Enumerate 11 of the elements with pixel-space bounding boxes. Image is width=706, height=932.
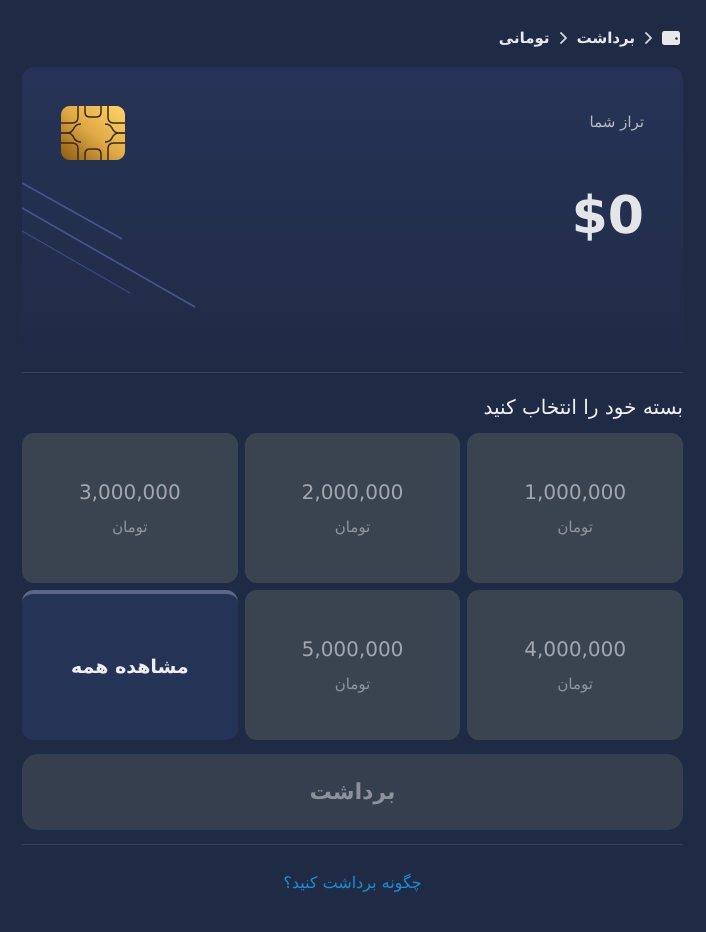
packages-heading: بسته خود را انتخاب کنید bbox=[482, 394, 683, 421]
breadcrumb-link[interactable]: تومانی bbox=[498, 26, 550, 50]
help-link[interactable]: چگونه برداشت کنید؟ bbox=[283, 871, 422, 895]
chevron-icon bbox=[560, 32, 567, 44]
balance-label: تراز شما bbox=[590, 112, 644, 133]
view-all-button[interactable]: مشاهده همه bbox=[22, 590, 238, 740]
chevron-icon bbox=[645, 32, 652, 44]
wallet-icon[interactable] bbox=[662, 31, 680, 45]
balance-amount: $0 bbox=[572, 186, 644, 246]
card-chip-icon bbox=[61, 106, 125, 160]
breadcrumb-link[interactable]: برداشت bbox=[576, 26, 635, 50]
